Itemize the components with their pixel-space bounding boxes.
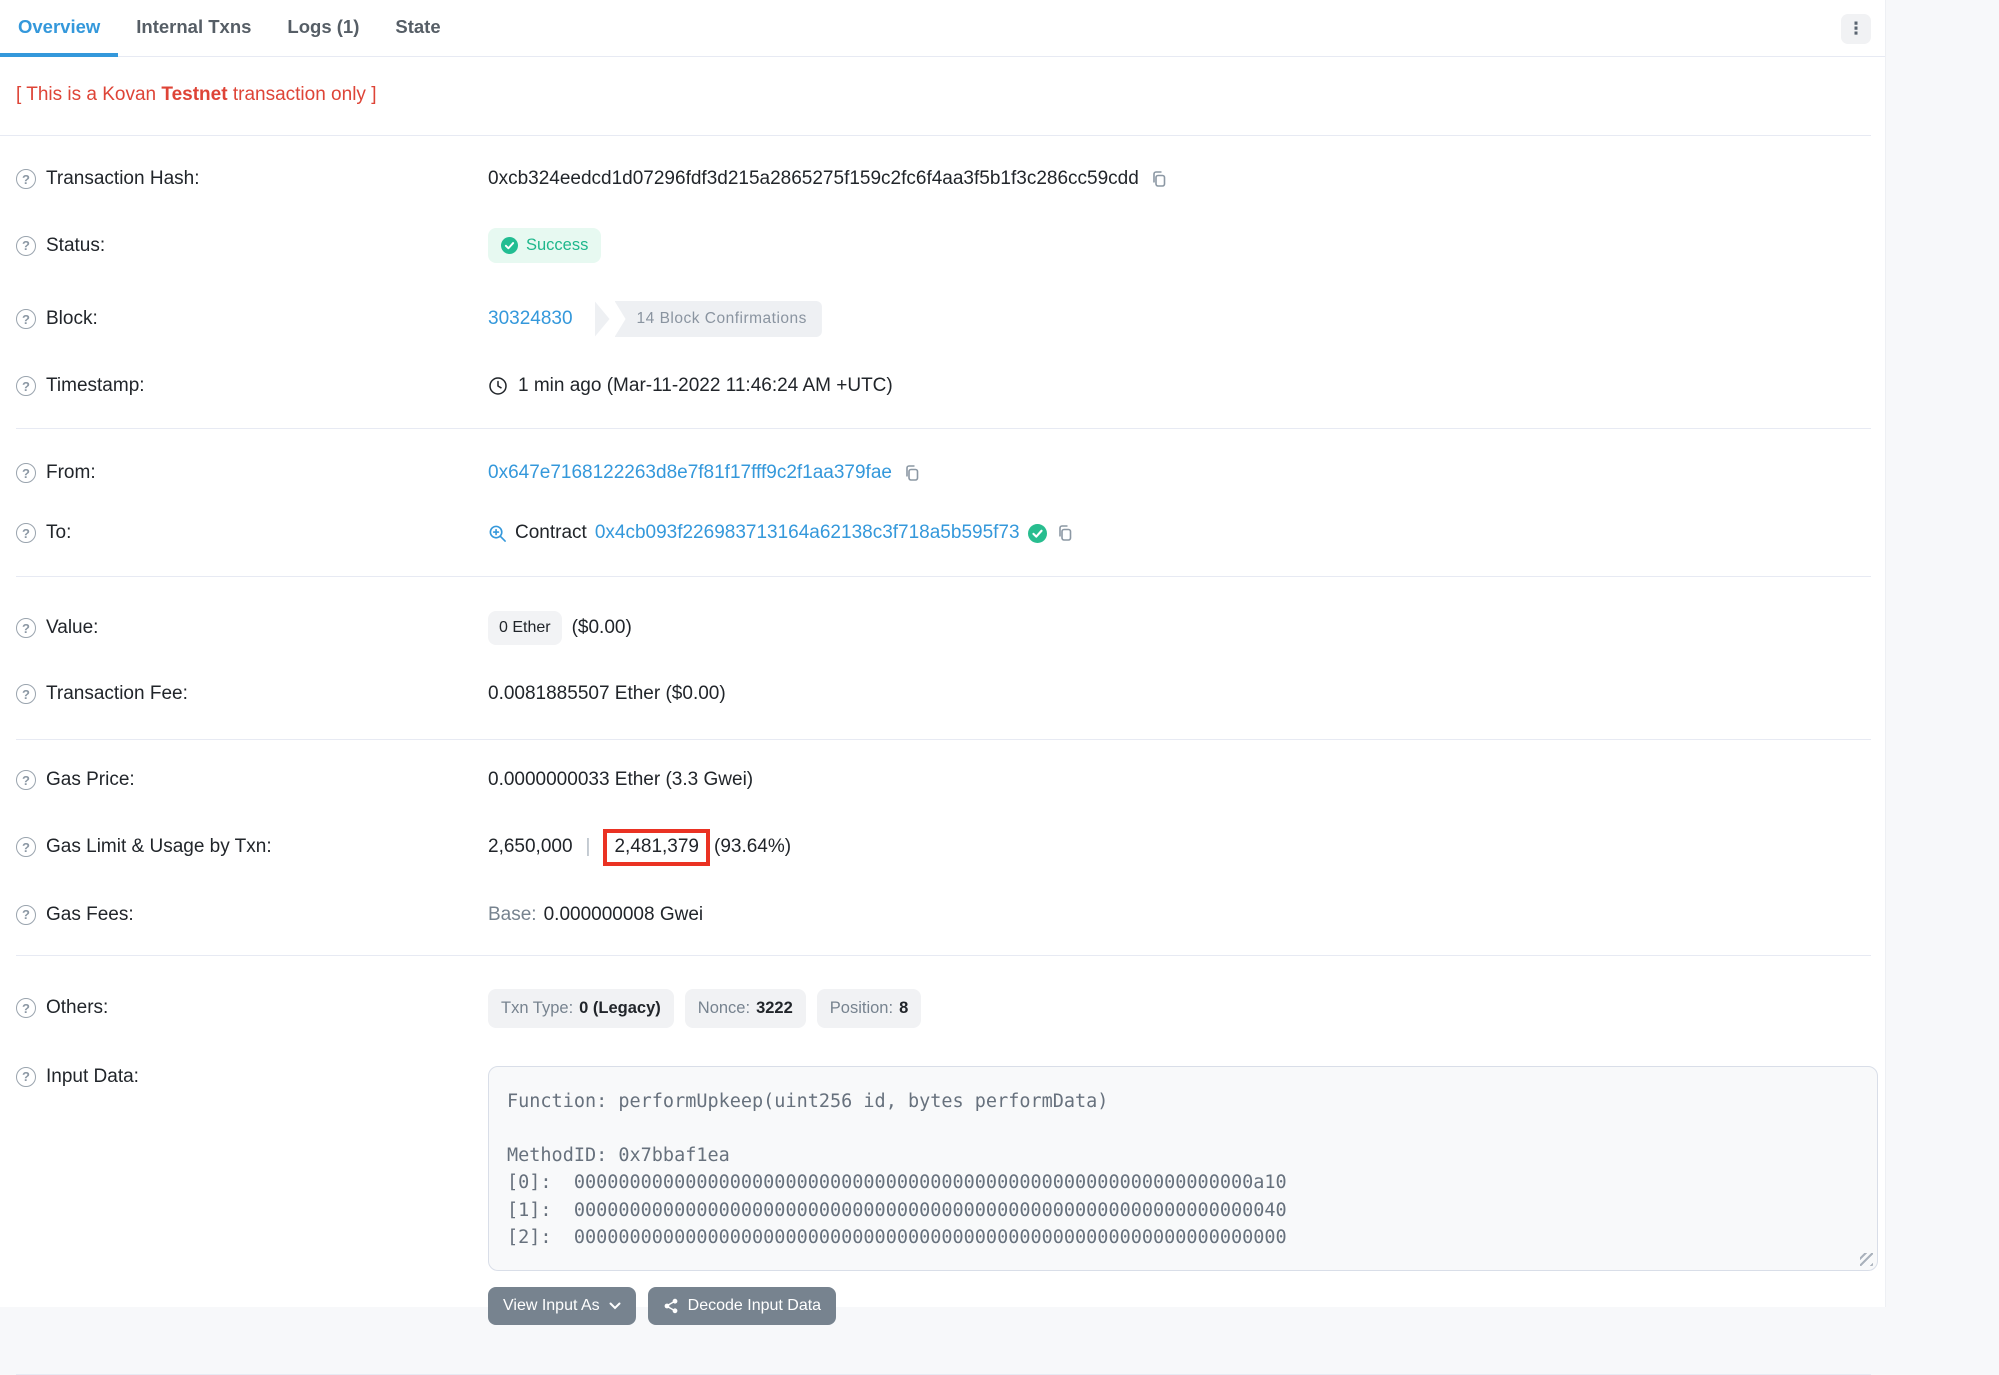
position-badge: Position:8 — [817, 989, 921, 1028]
help-icon[interactable]: ? — [16, 463, 36, 483]
row-gas-price: ? Gas Price: 0.0000000033 Ether (3.3 Gwe… — [16, 750, 1871, 810]
row-block: ? Block: 30324830 14 Block Confirmations — [16, 282, 1871, 356]
help-icon[interactable]: ? — [16, 618, 36, 638]
copy-icon[interactable] — [902, 463, 922, 483]
pipe-separator: | — [586, 836, 591, 858]
gas-price-value: 0.0000000033 Ether (3.3 Gwei) — [488, 769, 753, 791]
from-label: ? From: — [16, 462, 488, 484]
transaction-hash-value: 0xcb324eedcd1d07296fdf3d215a2865275f159c… — [488, 168, 1139, 190]
help-icon[interactable]: ? — [16, 998, 36, 1018]
block-confirmations-badge: 14 Block Confirmations — [595, 301, 822, 337]
testnet-notice-section: [ This is a Kovan Testnet transaction on… — [0, 57, 1871, 136]
row-value: ? Value: 0 Ether ($0.00) — [16, 592, 1871, 664]
status-badge: Success — [488, 228, 601, 263]
to-label: ? To: — [16, 522, 488, 544]
to-address-link[interactable]: 0x4cb093f226983713164a62138c3f718a5b595f… — [595, 522, 1020, 544]
base-fee-value: 0.000000008 Gwei — [544, 904, 704, 926]
transaction-fee-value: 0.0081885507 Ether ($0.00) — [488, 683, 726, 705]
row-input-data: ? Input Data: Function: performUpkeep(ui… — [16, 1047, 1871, 1344]
gas-fees-label: ? Gas Fees: — [16, 904, 488, 926]
txn-type-badge: Txn Type:0 (Legacy) — [488, 989, 674, 1028]
clock-icon — [488, 376, 508, 396]
help-icon[interactable]: ? — [16, 376, 36, 396]
block-number-link[interactable]: 30324830 — [488, 308, 573, 330]
section-from-to: ? From: 0x647e7168122263d8e7f81f17fff9c2… — [16, 429, 1871, 577]
section-value-fee: ? Value: 0 Ether ($0.00) ? Transaction F… — [16, 577, 1871, 740]
copy-icon[interactable] — [1149, 169, 1169, 189]
nonce-badge: Nonce:3222 — [685, 989, 806, 1028]
section-gas: ? Gas Price: 0.0000000033 Ether (3.3 Gwe… — [16, 740, 1871, 956]
row-to: ? To: Contract 0x4cb093f226983713164a621… — [16, 503, 1871, 563]
kebab-icon: ⋮ — [1848, 19, 1865, 39]
row-gas-fees: ? Gas Fees: Base: 0.000000008 Gwei — [16, 885, 1871, 945]
help-icon[interactable]: ? — [16, 770, 36, 790]
decode-input-data-button[interactable]: Decode Input Data — [648, 1287, 836, 1325]
transaction-fee-label: ? Transaction Fee: — [16, 683, 488, 705]
transaction-hash-label: ? Transaction Hash: — [16, 168, 488, 190]
input-data-label: ? Input Data: — [16, 1066, 488, 1088]
zoom-in-icon[interactable] — [488, 524, 507, 543]
timestamp-value: 1 min ago (Mar-11-2022 11:46:24 AM +UTC) — [518, 375, 893, 397]
help-icon[interactable]: ? — [16, 236, 36, 256]
block-label: ? Block: — [16, 308, 488, 330]
check-circle-icon — [501, 237, 518, 254]
transaction-overview-card: Overview Internal Txns Logs (1) State ⋮ … — [0, 0, 1886, 1307]
help-icon[interactable]: ? — [16, 905, 36, 925]
input-data-textarea[interactable]: Function: performUpkeep(uint256 id, byte… — [488, 1066, 1878, 1271]
row-others: ? Others: Txn Type:0 (Legacy) Nonce:3222… — [16, 970, 1871, 1047]
verified-check-icon — [1028, 524, 1047, 543]
section-others-input: ? Others: Txn Type:0 (Legacy) Nonce:3222… — [16, 956, 1871, 1375]
row-from: ? From: 0x647e7168122263d8e7f81f17fff9c2… — [16, 443, 1871, 503]
tab-overview[interactable]: Overview — [0, 0, 118, 57]
usd-value: ($0.00) — [572, 617, 632, 639]
gas-limit-label: ? Gas Limit & Usage by Txn: — [16, 836, 488, 858]
value-label: ? Value: — [16, 617, 488, 639]
from-address-link[interactable]: 0x647e7168122263d8e7f81f17fff9c2f1aa379f… — [488, 462, 892, 484]
help-icon[interactable]: ? — [16, 1067, 36, 1087]
decode-icon — [663, 1298, 679, 1314]
gas-used-annotation-box: 2,481,379 — [603, 829, 710, 866]
gas-price-label: ? Gas Price: — [16, 769, 488, 791]
gas-used-percent: (93.64%) — [714, 836, 791, 858]
view-input-as-button[interactable]: View Input As — [488, 1287, 636, 1325]
testnet-notice: [ This is a Kovan Testnet transaction on… — [16, 84, 1855, 106]
more-options-button[interactable]: ⋮ — [1841, 14, 1871, 44]
base-fee-label: Base: — [488, 904, 537, 926]
copy-icon[interactable] — [1055, 523, 1075, 543]
confirmation-arrow-decoration — [595, 301, 610, 337]
row-timestamp: ? Timestamp: 1 min ago (Mar-11-2022 11:4… — [16, 356, 1871, 416]
others-label: ? Others: — [16, 997, 488, 1019]
gas-used-value: 2,481,379 — [614, 836, 699, 857]
help-icon[interactable]: ? — [16, 169, 36, 189]
row-transaction-fee: ? Transaction Fee: 0.0081885507 Ether ($… — [16, 664, 1871, 724]
help-icon[interactable]: ? — [16, 523, 36, 543]
help-icon[interactable]: ? — [16, 684, 36, 704]
tab-state[interactable]: State — [377, 0, 458, 57]
help-icon[interactable]: ? — [16, 837, 36, 857]
tab-internal-txns[interactable]: Internal Txns — [118, 0, 269, 57]
ether-value-badge: 0 Ether — [488, 611, 562, 645]
gas-limit-value: 2,650,000 — [488, 836, 573, 858]
row-status: ? Status: Success — [16, 209, 1871, 282]
section-hash-status-block-time: ? Transaction Hash: 0xcb324eedcd1d07296f… — [16, 136, 1871, 429]
tab-logs[interactable]: Logs (1) — [269, 0, 377, 57]
help-icon[interactable]: ? — [16, 309, 36, 329]
tab-bar: Overview Internal Txns Logs (1) State ⋮ — [0, 0, 1885, 57]
row-gas-limit-usage: ? Gas Limit & Usage by Txn: 2,650,000 | … — [16, 810, 1871, 885]
chevron-down-icon — [609, 1302, 621, 1310]
to-contract-word: Contract — [515, 522, 587, 544]
status-label: ? Status: — [16, 235, 488, 257]
row-transaction-hash: ? Transaction Hash: 0xcb324eedcd1d07296f… — [16, 149, 1871, 209]
timestamp-label: ? Timestamp: — [16, 375, 488, 397]
